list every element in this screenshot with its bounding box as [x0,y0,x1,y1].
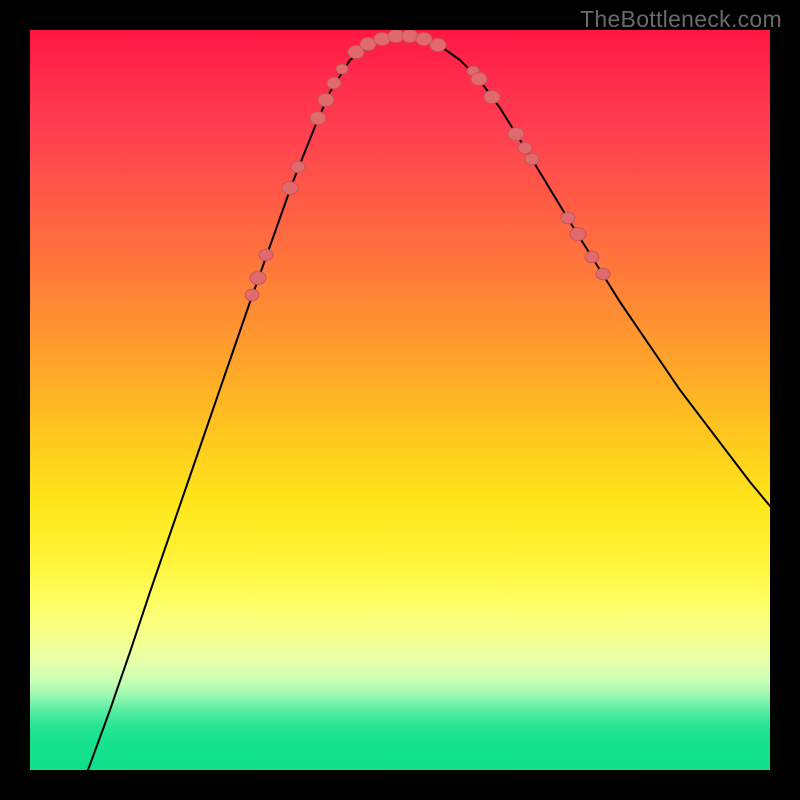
highlight-dot [318,93,334,106]
curve-overlay [30,30,770,770]
highlight-dot [525,153,539,164]
highlight-dot [561,212,575,223]
highlight-dot [596,268,610,279]
highlight-dot [508,127,524,140]
bottleneck-curve [88,36,770,770]
highlight-dot [259,249,273,260]
highlight-dot [430,38,446,51]
highlight-dot [570,227,586,240]
chart-stage: TheBottleneck.com [0,0,800,800]
highlight-dot [327,77,341,88]
highlight-dot [291,161,305,172]
watermark-text: TheBottleneck.com [580,6,782,33]
highlight-dot [402,30,418,43]
highlight-dot [250,271,266,284]
highlight-dot [484,90,500,103]
highlight-dot [336,64,348,74]
highlight-dot [518,142,532,153]
highlight-dot [416,32,432,45]
highlight-dot [282,181,298,194]
plot-area [30,30,770,770]
highlight-dot [310,111,326,124]
highlight-dot [471,72,487,85]
highlight-dot [374,32,390,45]
highlight-dots-group [245,30,610,301]
highlight-dot [585,251,599,262]
highlight-dot [245,289,259,300]
